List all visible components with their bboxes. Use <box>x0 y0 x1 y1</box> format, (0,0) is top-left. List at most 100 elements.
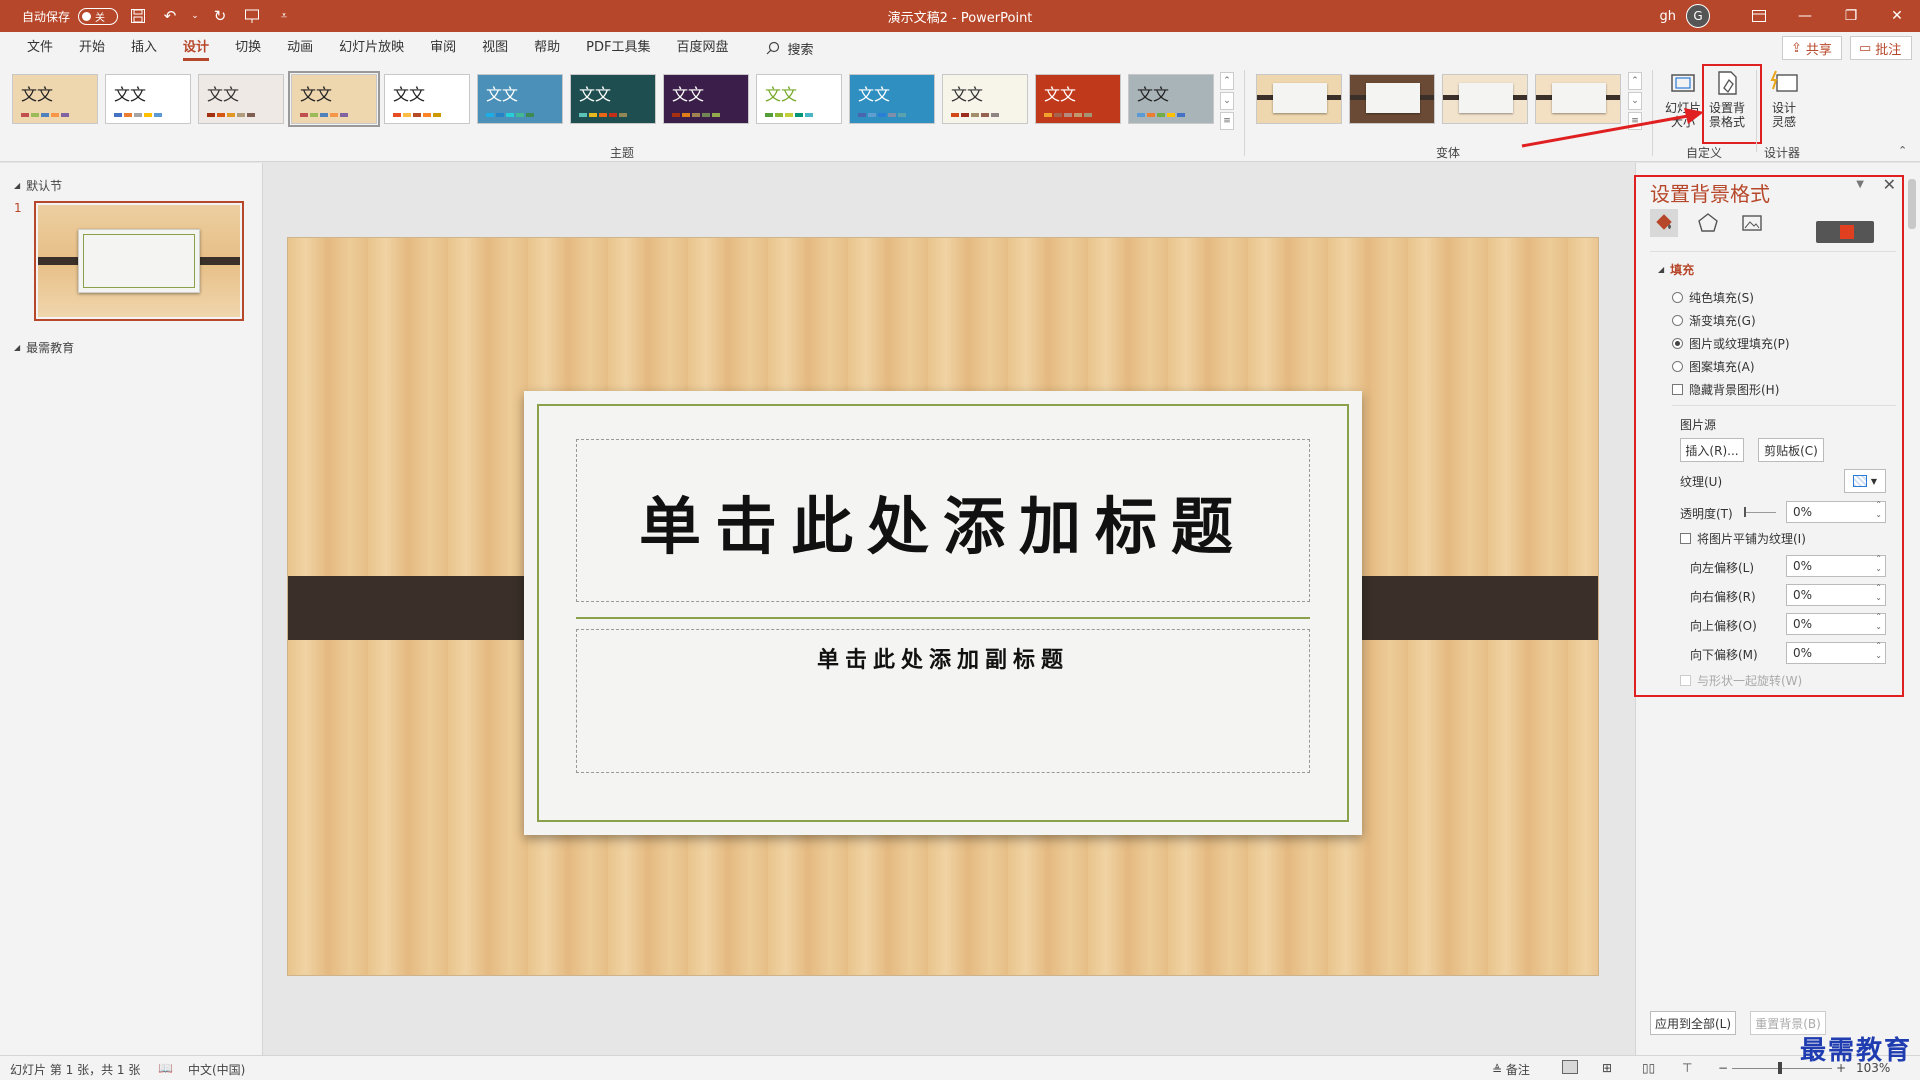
customize-qat-icon[interactable]: ⩡ <box>272 4 296 28</box>
picture-icon[interactable] <box>1738 209 1766 237</box>
theme-thumbnail[interactable]: 文文 <box>663 74 749 124</box>
tab-slideshow[interactable]: 幻灯片放映 <box>326 32 417 64</box>
offset-left-input[interactable]: 0% <box>1786 554 1886 577</box>
scroll-up-icon[interactable]: ⌃ <box>1220 72 1234 90</box>
section-header-second[interactable]: ◢ 最需教育 <box>14 339 74 356</box>
theme-thumbnail[interactable]: 文文 <box>570 74 656 124</box>
themes-gallery-scroll[interactable]: ⌃ ⌄ ≡ <box>1220 72 1234 130</box>
theme-thumbnail[interactable]: 文文 <box>849 74 935 124</box>
checkbox[interactable] <box>1680 533 1691 544</box>
tab-pdf-tools[interactable]: PDF工具集 <box>573 32 663 64</box>
tab-design[interactable]: 设计 <box>170 32 222 64</box>
variant-thumbnail[interactable] <box>1349 74 1435 124</box>
save-icon[interactable] <box>126 4 150 28</box>
notes-button[interactable]: ≜ 备注 <box>1492 1061 1530 1078</box>
pane-scrollbar[interactable] <box>1908 179 1916 229</box>
gradient-fill-option[interactable]: 渐变填充(G) <box>1672 312 1756 329</box>
tab-file[interactable]: 文件 <box>14 32 66 64</box>
radio-button[interactable] <box>1672 361 1683 372</box>
theme-thumbnail[interactable]: 文文 <box>384 74 470 124</box>
tab-review[interactable]: 审阅 <box>417 32 469 64</box>
undo-dropdown-icon[interactable]: ⌄ <box>190 4 200 28</box>
variant-thumbnail[interactable] <box>1256 74 1342 124</box>
tab-view[interactable]: 视图 <box>469 32 521 64</box>
hide-bg-graphics-option[interactable]: 隐藏背景图形(H) <box>1672 381 1779 398</box>
zoom-out-icon[interactable]: − <box>1718 1061 1728 1075</box>
checkbox[interactable] <box>1672 384 1683 395</box>
slide-thumbnail[interactable] <box>34 201 244 321</box>
avatar[interactable]: G <box>1686 4 1710 28</box>
autosave-toggle[interactable]: 关 <box>78 7 119 25</box>
close-icon[interactable]: ✕ <box>1883 175 1896 194</box>
pane-options-icon[interactable]: ▼ <box>1856 179 1864 190</box>
design-ideas-button[interactable]: 设计 灵感 <box>1760 68 1808 140</box>
tile-texture-option[interactable]: 将图片平铺为纹理(I) <box>1680 530 1806 547</box>
variant-thumbnail[interactable] <box>1442 74 1528 124</box>
collapse-ribbon-icon[interactable]: ⌃ <box>1898 144 1907 157</box>
redo-icon[interactable]: ↻ <box>208 4 232 28</box>
section-header-default[interactable]: ◢ 默认节 <box>14 177 62 194</box>
theme-thumbnail[interactable]: 文文 <box>105 74 191 124</box>
minimize-icon[interactable]: — <box>1782 0 1828 32</box>
theme-thumbnail[interactable]: 文文 <box>288 71 380 127</box>
more-icon[interactable]: ≡ <box>1220 112 1234 130</box>
comments-button[interactable]: ▭ 批注 <box>1850 36 1912 60</box>
offset-right-input[interactable]: 0% <box>1786 583 1886 606</box>
insert-picture-button[interactable]: 插入(R)... <box>1680 438 1744 462</box>
radio-button[interactable] <box>1672 315 1683 326</box>
user-name[interactable]: gh <box>1660 9 1677 24</box>
slide-canvas[interactable]: 单击此处添加标题 单击此处添加副标题 <box>288 238 1598 975</box>
tab-baidu-netdisk[interactable]: 百度网盘 <box>663 32 741 64</box>
transparency-slider-thumb[interactable] <box>1744 507 1746 517</box>
slideshow-view-icon[interactable]: ⊤ <box>1682 1061 1692 1075</box>
title-placeholder[interactable]: 单击此处添加标题 <box>576 439 1310 602</box>
start-from-beginning-icon[interactable] <box>240 4 264 28</box>
restore-icon[interactable]: ❐ <box>1828 0 1874 32</box>
tab-home[interactable]: 开始 <box>66 32 118 64</box>
scroll-down-icon[interactable]: ⌄ <box>1220 92 1234 110</box>
radio-button[interactable] <box>1672 292 1683 303</box>
theme-thumbnail[interactable]: 文文 <box>1035 74 1121 124</box>
slide-sorter-icon[interactable]: ⊞ <box>1602 1061 1612 1075</box>
language-indicator[interactable]: 中文(中国) <box>188 1061 245 1078</box>
reading-view-icon[interactable]: ▯▯ <box>1642 1061 1655 1075</box>
tab-help[interactable]: 帮助 <box>521 32 573 64</box>
offset-top-input[interactable]: 0% <box>1786 612 1886 635</box>
theme-thumbnail[interactable]: 文文 <box>756 74 842 124</box>
theme-thumbnail[interactable]: 文文 <box>1128 74 1214 124</box>
theme-thumbnail[interactable]: 文文 <box>12 74 98 124</box>
zoom-slider[interactable] <box>1732 1068 1832 1069</box>
undo-icon[interactable]: ↶ <box>158 4 182 28</box>
zoom-slider-thumb[interactable] <box>1778 1062 1782 1074</box>
tab-insert[interactable]: 插入 <box>118 32 170 64</box>
subtitle-placeholder[interactable]: 单击此处添加副标题 <box>576 629 1310 773</box>
offset-bottom-input[interactable]: 0% <box>1786 641 1886 664</box>
picture-fill-option[interactable]: 图片或纹理填充(P) <box>1672 335 1790 352</box>
texture-picker[interactable]: ▼ <box>1844 469 1886 493</box>
fill-section-header[interactable]: ◢ 填充 <box>1658 261 1694 278</box>
rotate-with-shape-option[interactable]: 与形状一起旋转(W) <box>1680 672 1802 689</box>
spellcheck-icon[interactable]: 📖 <box>158 1061 173 1075</box>
solid-fill-option[interactable]: 纯色填充(S) <box>1672 289 1754 306</box>
scroll-up-icon[interactable]: ⌃ <box>1628 72 1642 90</box>
effects-icon[interactable] <box>1694 209 1722 237</box>
transparency-input[interactable]: 0% <box>1786 500 1886 523</box>
theme-thumbnail[interactable]: 文文 <box>477 74 563 124</box>
search-box[interactable]: 搜索 <box>766 39 814 58</box>
transparency-slider[interactable] <box>1744 512 1776 513</box>
close-icon[interactable]: ✕ <box>1874 0 1920 32</box>
share-button[interactable]: ⇪ 共享 <box>1782 36 1842 60</box>
checkbox[interactable] <box>1680 675 1691 686</box>
addin-toolbar-icon[interactable] <box>1816 221 1874 243</box>
radio-button-selected[interactable] <box>1672 338 1683 349</box>
apply-to-all-button[interactable]: 应用到全部(L) <box>1650 1011 1736 1035</box>
ribbon-display-options-icon[interactable] <box>1736 0 1782 32</box>
theme-thumbnail[interactable]: 文文 <box>942 74 1028 124</box>
pattern-fill-option[interactable]: 图案填充(A) <box>1672 358 1755 375</box>
clipboard-button[interactable]: 剪贴板(C) <box>1758 438 1824 462</box>
normal-view-icon[interactable] <box>1562 1060 1578 1074</box>
tab-transitions[interactable]: 切换 <box>222 32 274 64</box>
fill-icon[interactable] <box>1650 209 1678 237</box>
theme-thumbnail[interactable]: 文文 <box>198 74 284 124</box>
tab-animations[interactable]: 动画 <box>274 32 326 64</box>
